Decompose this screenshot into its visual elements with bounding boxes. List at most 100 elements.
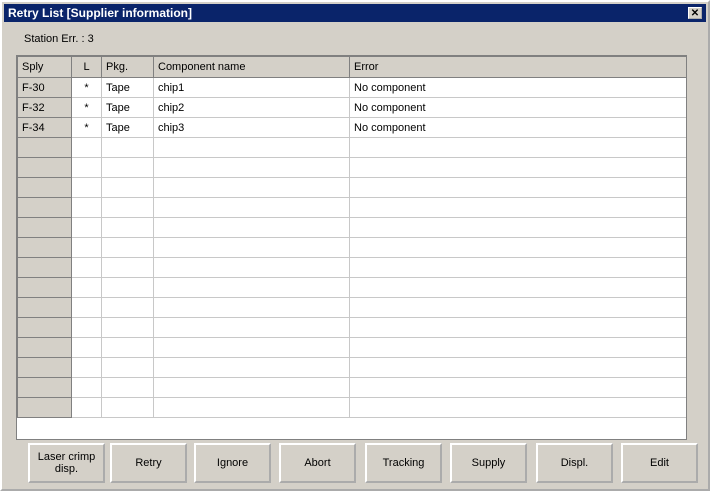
cell-pkg[interactable] <box>101 257 154 278</box>
cell-l[interactable] <box>71 397 102 418</box>
table-row[interactable] <box>17 197 686 218</box>
cell-component-name[interactable] <box>153 277 350 298</box>
cell-l[interactable] <box>71 277 102 298</box>
cell-error[interactable] <box>349 217 686 238</box>
cell-component-name[interactable] <box>153 397 350 418</box>
cell-error[interactable]: No component <box>349 117 686 138</box>
supply-button[interactable]: Supply <box>450 443 527 483</box>
cell-component-name[interactable] <box>153 137 350 158</box>
cell-sply[interactable]: F-30 <box>17 77 72 98</box>
cell-sply[interactable] <box>17 377 72 398</box>
cell-pkg[interactable] <box>101 177 154 198</box>
table-row[interactable] <box>17 217 686 238</box>
cell-component-name[interactable] <box>153 237 350 258</box>
cell-l[interactable] <box>71 197 102 218</box>
table-row[interactable] <box>17 237 686 258</box>
table-row[interactable]: F-34 * Tape chip3 No component <box>17 117 686 138</box>
cell-pkg[interactable] <box>101 297 154 318</box>
cell-pkg[interactable] <box>101 317 154 338</box>
cell-pkg[interactable] <box>101 237 154 258</box>
cell-l[interactable] <box>71 357 102 378</box>
cell-pkg[interactable]: Tape <box>101 77 154 98</box>
cell-sply[interactable] <box>17 137 72 158</box>
cell-component-name[interactable] <box>153 357 350 378</box>
table-row[interactable] <box>17 397 686 418</box>
cell-l[interactable]: * <box>71 97 102 118</box>
cell-l[interactable] <box>71 137 102 158</box>
cell-sply[interactable] <box>17 217 72 238</box>
col-header-pkg[interactable]: Pkg. <box>101 56 154 78</box>
cell-l[interactable] <box>71 297 102 318</box>
edit-button[interactable]: Edit <box>621 443 698 483</box>
col-header-l[interactable]: L <box>71 56 102 78</box>
cell-sply[interactable] <box>17 257 72 278</box>
table-row[interactable] <box>17 317 686 338</box>
cell-error[interactable] <box>349 257 686 278</box>
cell-error[interactable] <box>349 357 686 378</box>
cell-sply[interactable]: F-32 <box>17 97 72 118</box>
cell-error[interactable] <box>349 277 686 298</box>
col-header-sply[interactable]: Sply <box>17 56 72 78</box>
table-row[interactable] <box>17 257 686 278</box>
cell-component-name[interactable]: chip3 <box>153 117 350 138</box>
close-icon[interactable]: ✕ <box>688 7 702 19</box>
cell-sply[interactable] <box>17 177 72 198</box>
cell-pkg[interactable]: Tape <box>101 117 154 138</box>
table-row[interactable] <box>17 157 686 178</box>
cell-error[interactable] <box>349 197 686 218</box>
cell-component-name[interactable]: chip1 <box>153 77 350 98</box>
cell-pkg[interactable] <box>101 377 154 398</box>
abort-button[interactable]: Abort <box>279 443 356 483</box>
cell-l[interactable] <box>71 377 102 398</box>
cell-pkg[interactable] <box>101 337 154 358</box>
table-row[interactable] <box>17 177 686 198</box>
table-row[interactable]: F-32 * Tape chip2 No component <box>17 97 686 118</box>
cell-sply[interactable] <box>17 157 72 178</box>
tracking-button[interactable]: Tracking <box>365 443 442 483</box>
cell-l[interactable] <box>71 337 102 358</box>
cell-pkg[interactable]: Tape <box>101 97 154 118</box>
table-row[interactable] <box>17 137 686 158</box>
cell-l[interactable] <box>71 177 102 198</box>
laser-crimp-disp-button[interactable]: Laser crimp disp. <box>28 443 105 483</box>
cell-component-name[interactable] <box>153 377 350 398</box>
cell-l[interactable] <box>71 157 102 178</box>
cell-component-name[interactable] <box>153 177 350 198</box>
cell-sply[interactable] <box>17 337 72 358</box>
table-row[interactable] <box>17 377 686 398</box>
table-row[interactable] <box>17 277 686 298</box>
displ-button[interactable]: Displ. <box>536 443 613 483</box>
cell-component-name[interactable] <box>153 157 350 178</box>
table-row[interactable] <box>17 297 686 318</box>
cell-error[interactable]: No component <box>349 77 686 98</box>
cell-component-name[interactable] <box>153 197 350 218</box>
cell-component-name[interactable] <box>153 217 350 238</box>
cell-pkg[interactable] <box>101 217 154 238</box>
cell-error[interactable] <box>349 137 686 158</box>
cell-pkg[interactable] <box>101 197 154 218</box>
cell-sply[interactable] <box>17 197 72 218</box>
cell-component-name[interactable]: chip2 <box>153 97 350 118</box>
cell-pkg[interactable] <box>101 277 154 298</box>
cell-component-name[interactable] <box>153 297 350 318</box>
cell-component-name[interactable] <box>153 257 350 278</box>
cell-error[interactable] <box>349 177 686 198</box>
table-row[interactable]: F-30 * Tape chip1 No component <box>17 77 686 98</box>
cell-l[interactable] <box>71 257 102 278</box>
cell-sply[interactable]: F-34 <box>17 117 72 138</box>
cell-error[interactable] <box>349 157 686 178</box>
cell-pkg[interactable] <box>101 157 154 178</box>
col-header-error[interactable]: Error <box>349 56 686 78</box>
cell-pkg[interactable] <box>101 137 154 158</box>
cell-sply[interactable] <box>17 277 72 298</box>
retry-button[interactable]: Retry <box>110 443 187 483</box>
cell-pkg[interactable] <box>101 397 154 418</box>
cell-l[interactable] <box>71 317 102 338</box>
cell-sply[interactable] <box>17 237 72 258</box>
ignore-button[interactable]: Ignore <box>194 443 271 483</box>
cell-error[interactable] <box>349 377 686 398</box>
cell-sply[interactable] <box>17 297 72 318</box>
cell-l[interactable] <box>71 217 102 238</box>
cell-component-name[interactable] <box>153 317 350 338</box>
cell-l[interactable]: * <box>71 77 102 98</box>
